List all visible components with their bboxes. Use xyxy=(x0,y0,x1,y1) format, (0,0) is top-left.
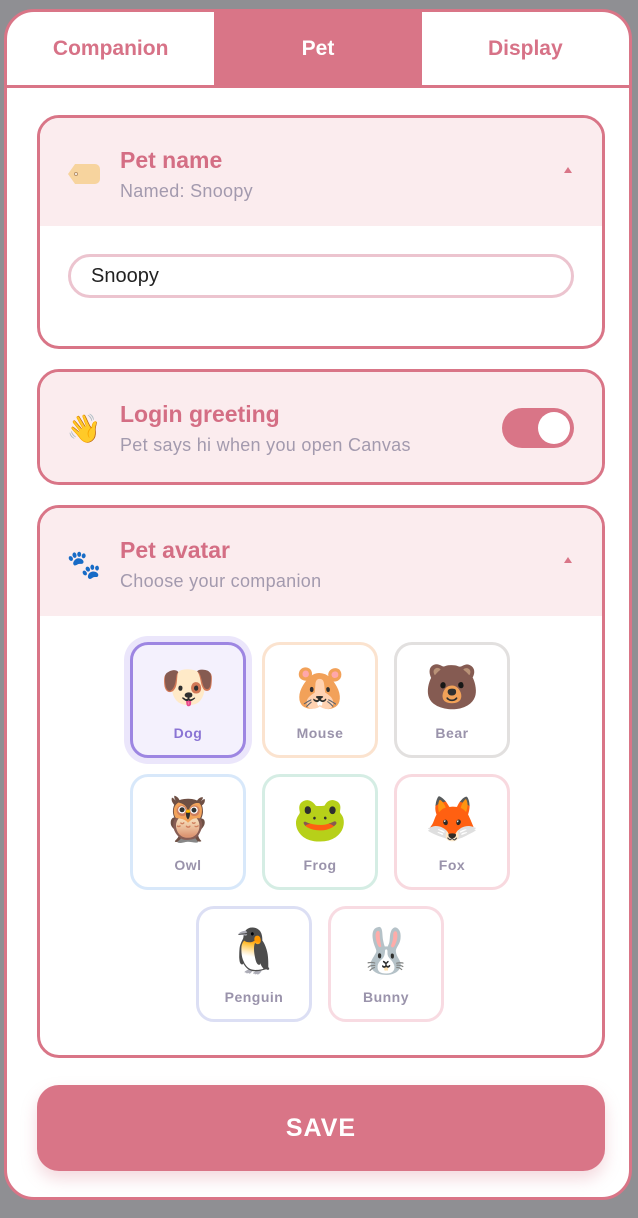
pet-name-header[interactable]: Pet name Named: Snoopy xyxy=(40,118,602,226)
pet-avatar-card: 🐾 Pet avatar Choose your companion 🐶 Dog… xyxy=(37,505,605,1058)
pet-name-input[interactable] xyxy=(68,254,574,298)
bear-icon: 🐻 xyxy=(424,663,480,712)
pet-avatar-subtitle: Choose your companion xyxy=(120,571,322,591)
waving-hand-icon: 👋 xyxy=(66,412,102,444)
pet-avatar-header[interactable]: 🐾 Pet avatar Choose your companion xyxy=(40,508,602,616)
pet-name-subtitle: Named: Snoopy xyxy=(120,181,253,201)
frog-icon: 🐸 xyxy=(292,795,348,844)
tab-companion[interactable]: Companion xyxy=(7,12,214,85)
collapse-caret-icon[interactable] xyxy=(564,557,572,563)
avatar-option-owl[interactable]: 🦉 Owl xyxy=(130,774,246,890)
avatar-label: Bunny xyxy=(362,989,410,1005)
login-greeting-title: Login greeting xyxy=(120,401,280,427)
avatar-option-penguin[interactable]: 🐧 Penguin xyxy=(196,906,312,1022)
avatar-label: Bear xyxy=(435,725,469,741)
save-button[interactable]: SAVE xyxy=(37,1085,605,1171)
avatar-label: Owl xyxy=(174,857,202,873)
avatar-option-mouse[interactable]: 🐹 Mouse xyxy=(262,642,378,758)
login-greeting-subtitle: Pet says hi when you open Canvas xyxy=(120,435,411,455)
avatar-label: Mouse xyxy=(296,725,344,741)
paw-prints-icon: 🐾 xyxy=(66,548,102,580)
login-greeting-card: 👋 Login greeting Pet says hi when you op… xyxy=(37,369,605,485)
penguin-icon: 🐧 xyxy=(226,927,282,976)
tab-pet[interactable]: Pet xyxy=(214,12,422,85)
fox-icon: 🦊 xyxy=(424,795,480,844)
avatar-label: Dog xyxy=(173,725,203,741)
settings-panel: Companion Pet Display Pet name Named: Sn… xyxy=(4,9,632,1200)
tag-icon xyxy=(66,156,102,192)
avatar-option-bunny[interactable]: 🐰 Bunny xyxy=(328,906,444,1022)
tab-bar: Companion Pet Display xyxy=(7,12,629,88)
pet-name-card: Pet name Named: Snoopy xyxy=(37,115,605,349)
mouse-icon: 🐹 xyxy=(292,663,348,712)
avatar-option-fox[interactable]: 🦊 Fox xyxy=(394,774,510,890)
pet-name-title: Pet name xyxy=(120,147,223,173)
dog-icon: 🐶 xyxy=(160,663,216,712)
bunny-icon: 🐰 xyxy=(358,927,414,976)
avatar-label: Fox xyxy=(438,857,466,873)
collapse-caret-icon[interactable] xyxy=(564,167,572,173)
login-greeting-header: 👋 Login greeting Pet says hi when you op… xyxy=(40,372,602,482)
toggle-knob xyxy=(538,412,570,444)
login-greeting-toggle[interactable] xyxy=(502,408,574,448)
avatar-label: Penguin xyxy=(224,989,284,1005)
avatar-label: Frog xyxy=(303,857,337,873)
owl-icon: 🦉 xyxy=(160,795,216,844)
pet-avatar-title: Pet avatar xyxy=(120,537,230,563)
avatar-option-dog[interactable]: 🐶 Dog xyxy=(130,642,246,758)
avatar-option-frog[interactable]: 🐸 Frog xyxy=(262,774,378,890)
avatar-option-bear[interactable]: 🐻 Bear xyxy=(394,642,510,758)
tab-display[interactable]: Display xyxy=(422,12,629,85)
